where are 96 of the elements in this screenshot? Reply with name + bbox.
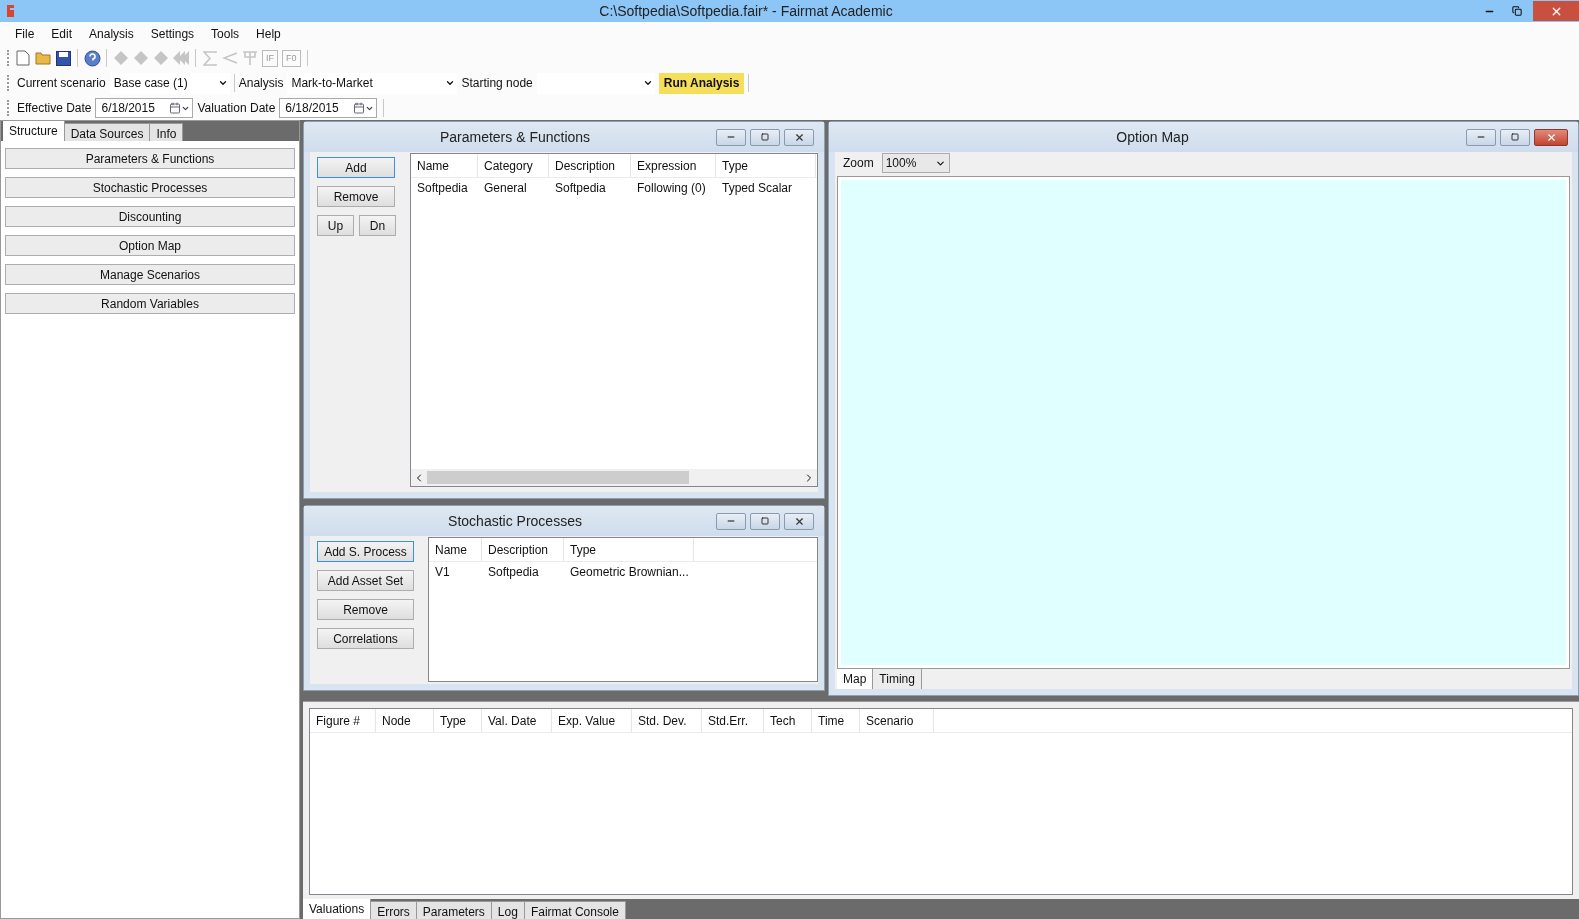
starting-node-dropdown[interactable] [536,72,655,94]
column-header[interactable]: Scenario [860,709,934,732]
close-button[interactable] [784,128,814,146]
column-header[interactable]: Name [411,154,478,177]
maximize-icon [761,133,769,141]
close-icon [793,131,805,143]
menu-item[interactable]: Tools [203,25,248,43]
column-header[interactable]: Time [812,709,860,732]
close-button[interactable] [784,512,814,530]
sidebar-item[interactable]: Parameters & Functions [5,148,295,169]
field-label: Valuation Date [197,100,276,117]
column-header[interactable]: Name [429,538,482,561]
column-header[interactable]: Type [434,709,482,732]
table-cell-text: V1 [434,564,451,581]
table-cell-text: Softpedia [416,180,469,197]
field-label: Effective Date [17,100,92,117]
column-header[interactable]: Figure # [310,709,376,732]
tab[interactable]: Parameters [416,901,492,919]
table-cell-text: General [483,180,528,197]
column-header[interactable]: Exp. Value [552,709,632,732]
tab[interactable]: Errors [371,901,417,919]
analysis-dropdown[interactable]: Mark-to-Market [287,72,458,94]
column-header[interactable]: Category [478,154,549,177]
close-icon [1545,131,1557,143]
column-header[interactable]: Node [376,709,434,732]
maximize-icon [761,517,769,525]
column-header[interactable]: Std. Dev. [632,709,702,732]
new-file-icon[interactable] [13,48,33,68]
app-logo-icon [5,4,17,18]
action-button[interactable]: Remove [317,599,414,620]
sidebar-item[interactable]: Random Variables [5,293,295,314]
close-button[interactable] [1534,128,1568,146]
action-button[interactable]: Remove [317,186,395,207]
minimize-button[interactable] [716,512,746,530]
tab[interactable]: Structure [3,121,65,141]
field-label: Starting node [461,75,533,92]
action-button[interactable]: Add S. Process [317,541,414,562]
maximize-icon [1511,133,1519,141]
column-header[interactable]: Type [564,538,694,561]
sidebar-item[interactable]: Stochastic Processes [5,177,295,198]
menu-item[interactable]: File [7,25,43,43]
table-cell-text: Geometric Brownian... [569,564,690,581]
column-header[interactable]: Tech [764,709,812,732]
date-field[interactable]: 6/18/2015 [95,98,194,118]
help-icon[interactable] [82,48,102,68]
calendar-dropdown-icon[interactable] [169,102,191,114]
action-button[interactable]: Add [317,157,395,178]
table-cell-text: Softpedia [554,180,607,197]
table-cell-text: Following (0) [636,180,707,197]
run-analysis-button[interactable]: Run Analysis [658,72,745,94]
menu-item[interactable]: Analysis [81,25,142,43]
minimize-button[interactable] [716,128,746,146]
column-header[interactable]: Expression [631,154,716,177]
column-header[interactable]: Val. Date [482,709,552,732]
zoom-label: Zoom [843,155,874,172]
table-cell-text: Typed Scalar [721,180,794,197]
tab[interactable]: Log [491,901,525,919]
horizontal-scrollbar[interactable] [411,469,817,486]
column-header[interactable]: Type [716,154,816,177]
action-button[interactable]: Add Asset Set [317,570,414,591]
sidebar-item[interactable]: Option Map [5,235,295,256]
save-icon[interactable] [53,48,73,68]
action-button[interactable]: Up [317,215,354,236]
restore-icon [1512,6,1522,16]
column-header[interactable]: Std.Err. [702,709,764,732]
maximize-button[interactable] [750,128,780,146]
action-button[interactable]: Correlations [317,628,414,649]
table-cell-text: Softpedia [487,564,540,581]
tab[interactable]: Valuations [303,899,372,919]
tab[interactable]: Fairmat Console [524,901,626,919]
menu-item[interactable]: Edit [43,25,81,43]
tab[interactable]: Map [837,669,874,689]
maximize-button[interactable] [750,512,780,530]
scenario-dropdown[interactable]: Base case (1) [109,72,230,94]
zoom-dropdown[interactable]: 100% [881,153,950,173]
maximize-button[interactable] [1500,128,1530,146]
menu-item[interactable]: Help [248,25,289,43]
window-title: C:\Softpedia\Softpedia.fair* - Fairmat Academic [599,1,893,21]
sidebar-item[interactable]: Manage Scenarios [5,264,295,285]
scrollbar-thumb[interactable] [427,471,689,484]
field-label: Current scenario [17,75,106,92]
window-title: Parameters & Functions [439,127,591,147]
calendar-dropdown-icon[interactable] [353,102,375,114]
sidebar-item[interactable]: Discounting [5,206,295,227]
action-button[interactable]: Dn [359,215,396,236]
tab[interactable]: Timing [873,669,922,689]
column-header[interactable]: Description [549,154,631,177]
field-label: Analysis [238,75,284,92]
window-title: Stochastic Processes [448,511,582,531]
menu-item[interactable]: Settings [142,25,203,43]
close-icon [793,515,805,527]
date-field[interactable]: 6/18/2015 [279,98,378,118]
minimize-button[interactable] [1466,128,1496,146]
column-header[interactable]: Description [482,538,564,561]
tab[interactable]: Info [150,123,184,143]
window-title: Option Map [1116,127,1189,147]
